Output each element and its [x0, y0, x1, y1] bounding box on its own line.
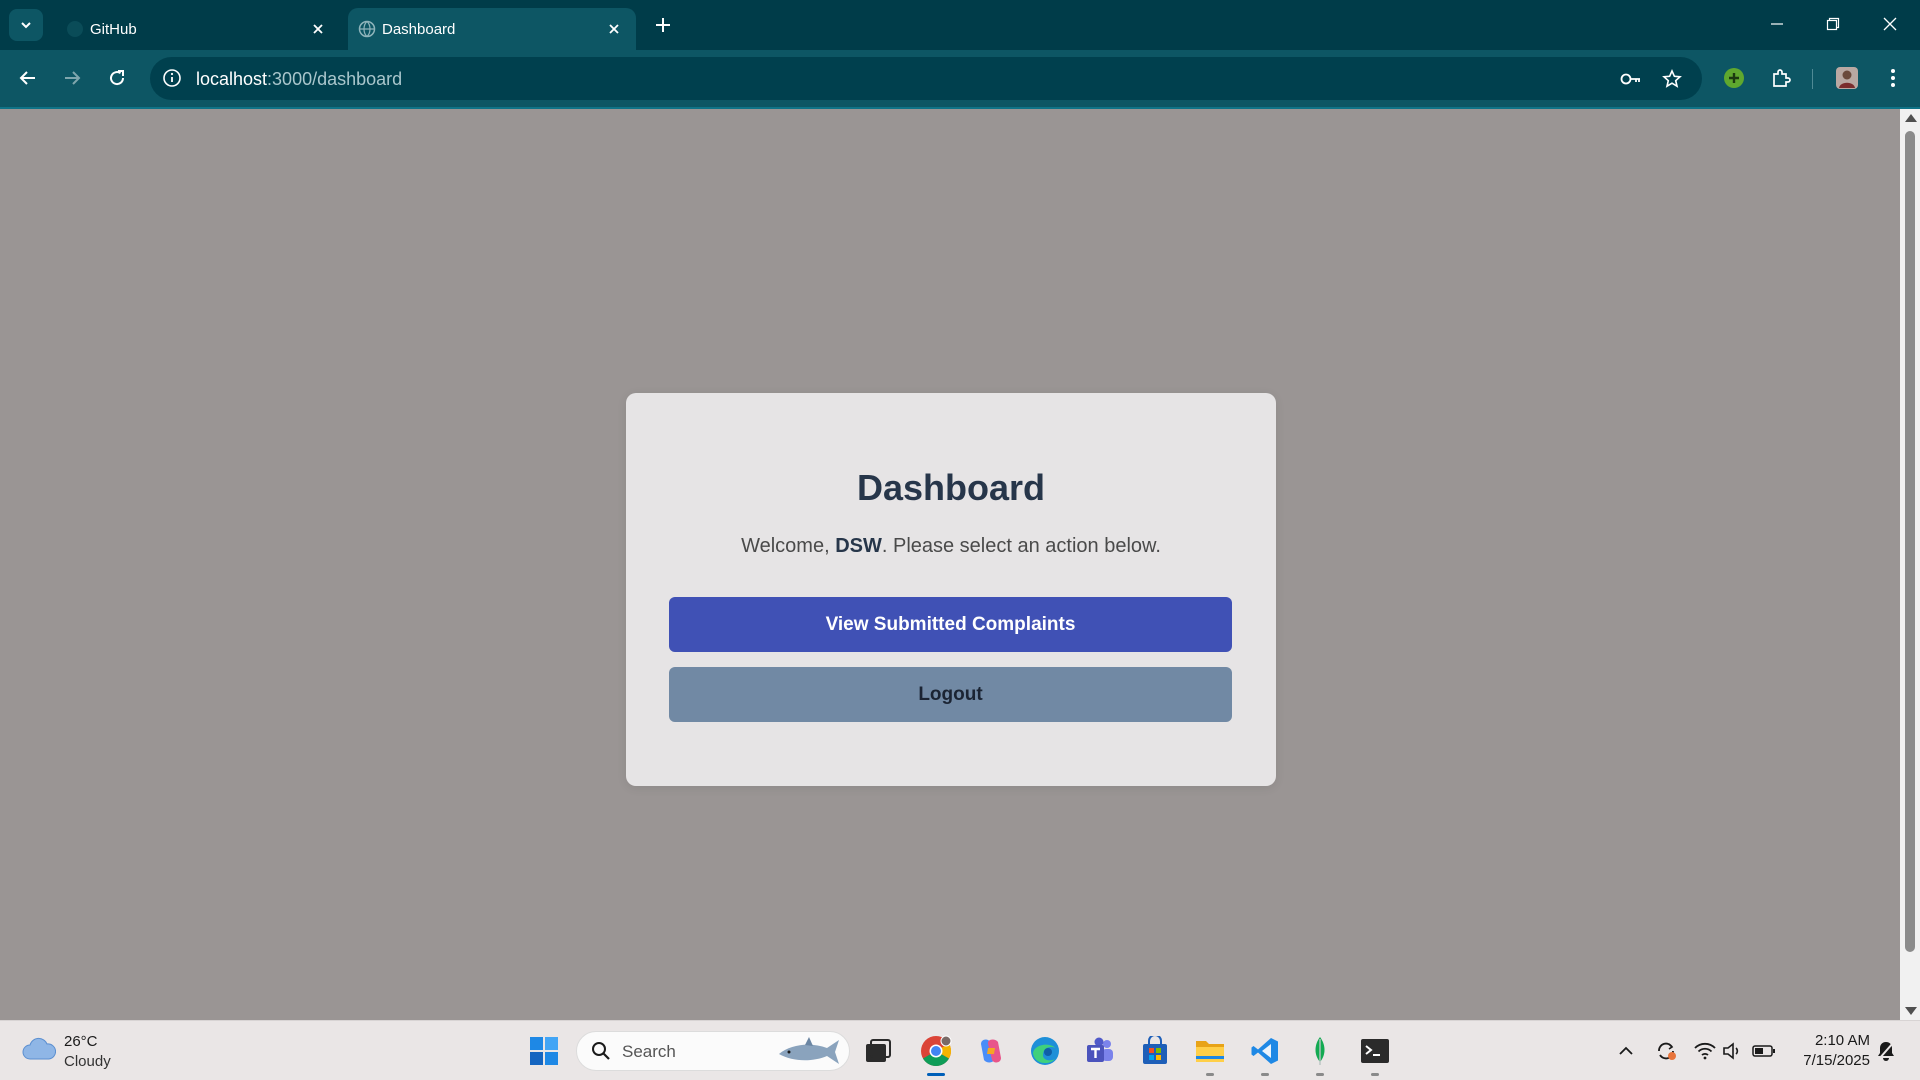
- store-icon[interactable]: [1137, 1033, 1173, 1069]
- running-app-indicator: [1316, 1073, 1324, 1076]
- welcome-message: Welcome, DSW. Please select an action be…: [626, 535, 1276, 558]
- back-button[interactable]: [12, 62, 44, 94]
- close-icon: [1883, 17, 1897, 31]
- plus-circle-icon: [1724, 68, 1744, 88]
- view-complaints-button[interactable]: View Submitted Complaints: [669, 597, 1232, 652]
- tab-title: Dashboard: [382, 20, 456, 38]
- task-view-icon[interactable]: [860, 1033, 896, 1069]
- bookmark-star-icon[interactable]: [1661, 68, 1683, 90]
- windows-taskbar: 26°C Cloudy Search 2:10 AM 7/15/2025: [0, 1020, 1920, 1080]
- restore-button[interactable]: [1815, 8, 1851, 40]
- github-icon: [66, 20, 84, 38]
- close-window-button[interactable]: [1872, 8, 1908, 40]
- welcome-prefix: Welcome,: [741, 535, 836, 557]
- browser-tab-bar: GitHub Dashboard: [0, 0, 1920, 50]
- sync-icon[interactable]: [1654, 1039, 1678, 1063]
- password-key-icon[interactable]: [1620, 68, 1642, 90]
- shark-illustration-icon: [779, 1037, 839, 1064]
- tab-search-button[interactable]: [9, 9, 43, 41]
- weather-widget[interactable]: 26°C Cloudy: [18, 1031, 128, 1073]
- url-text: localhost:3000/dashboard: [196, 69, 402, 90]
- chevron-down-icon: [21, 22, 31, 29]
- logout-button[interactable]: Logout: [669, 667, 1232, 722]
- notification-bell-icon[interactable]: [1874, 1039, 1898, 1063]
- taskbar-search[interactable]: Search: [576, 1031, 850, 1071]
- chevron-up-icon[interactable]: [1614, 1039, 1638, 1063]
- system-clock[interactable]: 2:10 AM 7/15/2025: [1790, 1031, 1870, 1071]
- browser-toolbar: localhost:3000/dashboard: [0, 50, 1920, 107]
- url-path: :3000/dashboard: [267, 69, 403, 89]
- profile-button[interactable]: [1831, 62, 1863, 94]
- globe-icon: [358, 20, 376, 38]
- extensions-button[interactable]: [1765, 62, 1797, 94]
- active-app-indicator: [927, 1073, 945, 1076]
- restore-icon: [1826, 17, 1840, 31]
- site-info-icon[interactable]: [162, 68, 182, 88]
- extension-button[interactable]: [1718, 62, 1750, 94]
- scroll-up-arrow-icon[interactable]: [1905, 114, 1917, 122]
- tab-dashboard[interactable]: Dashboard: [348, 8, 636, 50]
- minimize-icon: [1771, 23, 1783, 25]
- dashboard-card: Dashboard Welcome, DSW. Please select an…: [626, 393, 1276, 786]
- wifi-icon[interactable]: [1693, 1039, 1717, 1063]
- puzzle-icon: [1773, 69, 1791, 87]
- cloud-icon: [22, 1037, 56, 1060]
- search-placeholder: Search: [622, 1042, 676, 1061]
- avatar: [1836, 67, 1858, 89]
- terminal-icon[interactable]: [1357, 1033, 1393, 1069]
- username: DSW: [835, 535, 882, 557]
- arrow-right-icon: [65, 71, 81, 85]
- search-icon: [592, 1042, 610, 1060]
- reload-button[interactable]: [101, 62, 133, 94]
- edge-icon[interactable]: [1027, 1033, 1063, 1069]
- more-vertical-icon: [1891, 69, 1895, 87]
- welcome-suffix: . Please select an action below.: [881, 535, 1161, 557]
- battery-icon[interactable]: [1752, 1039, 1776, 1063]
- minimize-button[interactable]: [1759, 8, 1795, 40]
- file-explorer-icon[interactable]: [1192, 1033, 1228, 1069]
- teams-icon[interactable]: [1082, 1033, 1118, 1069]
- url-host: localhost: [196, 69, 268, 89]
- page-title: Dashboard: [856, 467, 1046, 508]
- arrow-left-icon: [19, 71, 35, 85]
- new-tab-button[interactable]: [650, 12, 676, 38]
- weather-condition: Cloudy: [64, 1053, 111, 1070]
- clock-time: 2:10 AM: [1814, 1032, 1870, 1049]
- tab-title: GitHub: [90, 20, 137, 38]
- vertical-scrollbar[interactable]: [1900, 109, 1920, 1020]
- running-app-indicator: [1206, 1073, 1214, 1076]
- close-icon[interactable]: [308, 19, 328, 39]
- weather-temperature: 26°C: [64, 1033, 98, 1050]
- volume-icon[interactable]: [1721, 1039, 1745, 1063]
- windows-start-icon[interactable]: [526, 1033, 562, 1069]
- close-icon[interactable]: [604, 19, 624, 39]
- address-bar[interactable]: localhost:3000/dashboard: [150, 57, 1702, 100]
- scroll-down-arrow-icon[interactable]: [1905, 1007, 1917, 1015]
- menu-button[interactable]: [1877, 62, 1909, 94]
- forward-button[interactable]: [56, 62, 88, 94]
- toolbar-divider: [1812, 69, 1813, 89]
- tab-github[interactable]: GitHub: [56, 8, 340, 50]
- scroll-thumb[interactable]: [1905, 131, 1915, 952]
- clock-date: 7/15/2025: [1803, 1052, 1870, 1069]
- mongodb-icon[interactable]: [1302, 1033, 1338, 1069]
- reload-icon: [110, 70, 125, 86]
- running-app-indicator: [1261, 1073, 1269, 1076]
- chrome-icon[interactable]: [918, 1033, 954, 1069]
- plus-icon: [656, 18, 670, 32]
- copilot-icon[interactable]: [973, 1033, 1009, 1069]
- vscode-icon[interactable]: [1247, 1033, 1283, 1069]
- running-app-indicator: [1371, 1073, 1379, 1076]
